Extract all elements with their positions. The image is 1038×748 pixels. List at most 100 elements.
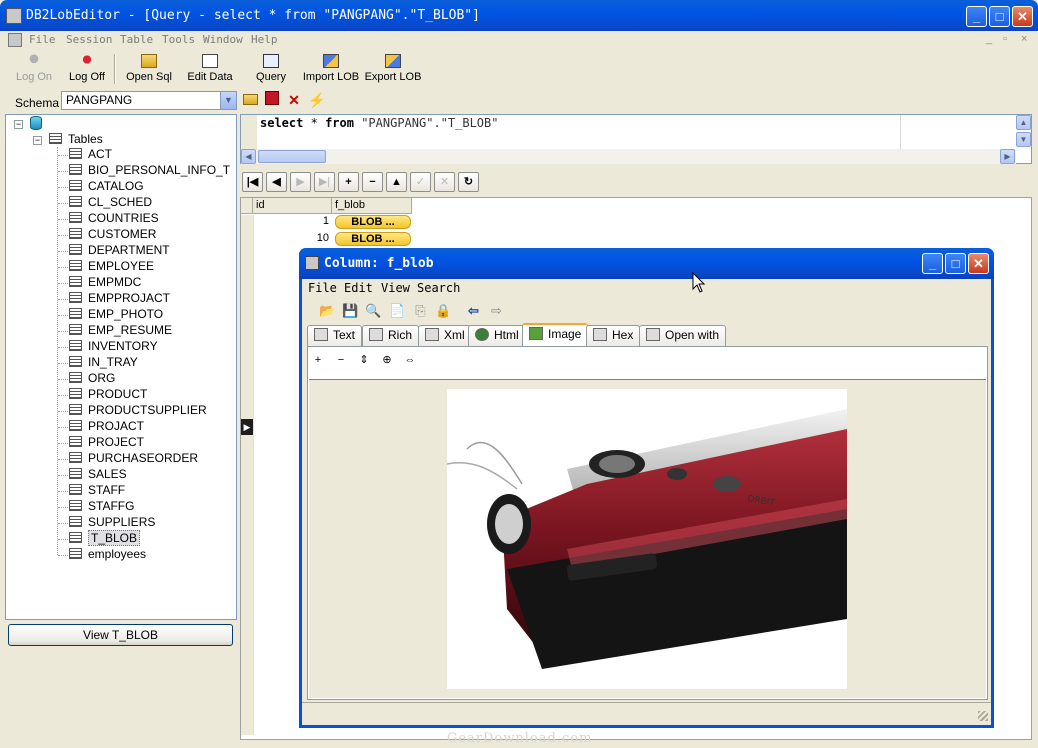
tree-node-table[interactable]: EMP_RESUME [69, 323, 172, 339]
zoom-fit-height-icon[interactable]: ⇕ [355, 351, 373, 369]
zoom-actual-icon[interactable]: ⊕ [378, 351, 396, 369]
copy-icon[interactable]: ⎘ [411, 302, 430, 320]
nav-last-button[interactable]: ▶| [314, 172, 335, 192]
menu-help[interactable]: Help [251, 33, 278, 46]
tree-node-table[interactable]: PRODUCTSUPPLIER [69, 403, 207, 419]
nav-insert-button[interactable]: + [338, 172, 359, 192]
column-menu-file[interactable]: File [308, 281, 337, 295]
nav-delete-button[interactable]: − [362, 172, 383, 192]
tree-node-table[interactable]: ORG [69, 371, 115, 387]
view-table-button[interactable]: View T_BLOB [8, 624, 233, 646]
document-icon[interactable]: 📄 [388, 302, 407, 320]
tree-collapse-tables[interactable]: − [33, 136, 42, 145]
menu-tools[interactable]: Tools [162, 33, 195, 46]
tree-node-table[interactable]: EMP_PHOTO [69, 307, 163, 323]
edit-data-button[interactable]: Edit Data [176, 52, 244, 86]
blob-button[interactable]: BLOB ... [335, 215, 411, 229]
menu-table[interactable]: Table [120, 33, 153, 46]
minimize-button[interactable]: _ [966, 6, 987, 27]
maximize-button[interactable]: □ [989, 6, 1010, 27]
export-lob-button[interactable]: Export LOB [359, 52, 427, 86]
tree-node-table[interactable]: employees [69, 547, 146, 563]
column-window-close-button[interactable]: ✕ [968, 253, 989, 274]
tree-node-table[interactable]: SUPPLIERS [69, 515, 155, 531]
tree-node-table[interactable]: BIO_PERSONAL_INFO_T [69, 163, 230, 179]
column-window-minimize-button[interactable]: _ [922, 253, 943, 274]
tree-node-table[interactable]: PURCHASEORDER [69, 451, 198, 467]
tree-node-table[interactable]: EMPMDC [69, 275, 141, 291]
nav-edit-button[interactable]: ▲ [386, 172, 407, 192]
db-root-node[interactable] [30, 116, 42, 132]
tab-open-with[interactable]: Open with [639, 325, 727, 346]
tree-node-table[interactable]: DEPARTMENT [69, 243, 170, 259]
tree-node-table[interactable]: STAFF [69, 483, 125, 499]
mdi-close-button[interactable]: × [1021, 33, 1027, 45]
tree-node-table[interactable]: T_BLOB [69, 530, 141, 547]
tree-node-table[interactable]: ACT [69, 147, 112, 163]
tab-hex[interactable]: Hex [586, 325, 641, 346]
scroll-right-button[interactable]: ▶ [1000, 149, 1015, 164]
mdi-minimize-button[interactable]: _ [986, 33, 992, 45]
tree-node-table[interactable]: IN_TRAY [69, 355, 138, 371]
tab-text[interactable]: Text [307, 325, 363, 346]
save-icon[interactable]: 💾 [341, 302, 360, 320]
tree-node-tables[interactable]: Tables [49, 132, 103, 148]
nav-next-button[interactable]: ▶ [290, 172, 311, 192]
close-button[interactable]: ✕ [1012, 6, 1033, 27]
tree-node-table[interactable]: INVENTORY [69, 339, 158, 355]
tree-collapse-root[interactable]: − [14, 120, 23, 129]
zoom-in-icon[interactable]: + [309, 351, 327, 369]
mdi-restore-button[interactable]: ▫ [1003, 33, 1007, 45]
open-folder-icon[interactable] [240, 91, 260, 109]
menu-session[interactable]: Session [66, 33, 112, 46]
sql-text[interactable]: select * from "PANGPANG"."T_BLOB" [260, 116, 498, 130]
import-lob-button[interactable]: Import LOB [297, 52, 365, 86]
column-menu-view[interactable]: View [381, 281, 410, 295]
app-icon[interactable] [6, 8, 22, 24]
forward-arrow-icon[interactable]: ⇨ [487, 302, 506, 320]
column-header-id[interactable]: id [253, 198, 332, 214]
table-row-2-id[interactable]: 10 [253, 232, 331, 248]
open-icon[interactable]: 📂 [318, 302, 337, 320]
nav-post-button[interactable]: ✓ [410, 172, 431, 192]
column-window-maximize-button[interactable]: □ [945, 253, 966, 274]
column-window-icon[interactable] [305, 256, 319, 270]
tab-html[interactable]: Html [468, 325, 526, 346]
tree-node-table[interactable]: EMPPROJACT [69, 291, 170, 307]
scroll-down-button[interactable]: ▼ [1016, 132, 1031, 147]
resize-grip[interactable] [978, 711, 988, 721]
zoom-out-icon[interactable]: − [332, 351, 350, 369]
column-header-f-blob[interactable]: f_blob [332, 198, 412, 214]
table-tree[interactable]: − − Tables ACT BIO_PERSONAL_INFO_T CATALOG CL_… [5, 114, 237, 620]
query-button[interactable]: Query [237, 52, 305, 86]
tab-xml[interactable]: Xml [418, 325, 472, 346]
scroll-left-button[interactable]: ◀ [241, 149, 256, 164]
schema-select[interactable]: PANGPANG ▼ [61, 91, 237, 110]
column-menu-edit[interactable]: Edit [344, 281, 373, 295]
nav-cancel-button[interactable]: ✕ [434, 172, 455, 192]
table-row-1-id[interactable]: 1 [253, 215, 331, 231]
tree-node-table[interactable]: PROJECT [69, 435, 144, 451]
scroll-thumb[interactable] [258, 150, 326, 163]
menu-file[interactable]: File [29, 33, 56, 46]
open-sql-button[interactable]: Open Sql [115, 52, 183, 86]
nav-first-button[interactable]: |◀ [242, 172, 263, 192]
search-icon[interactable]: 🔍 [364, 302, 383, 320]
scroll-up-button[interactable]: ▲ [1016, 115, 1031, 130]
sql-hscrollbar[interactable]: ◀ ▶ [241, 149, 1016, 164]
tree-node-table[interactable]: EMPLOYEE [69, 259, 154, 275]
blob-button[interactable]: BLOB ... [335, 232, 411, 246]
zoom-fit-width-icon[interactable]: ⇔ [401, 351, 419, 369]
nav-prior-button[interactable]: ◀ [266, 172, 287, 192]
delete-icon[interactable]: ✕ [284, 91, 304, 109]
back-arrow-icon[interactable]: ⇦ [464, 302, 483, 320]
tab-image[interactable]: Image [522, 323, 589, 346]
nav-refresh-button[interactable]: ↻ [458, 172, 479, 192]
lock-icon[interactable]: 🔒 [434, 302, 453, 320]
tree-node-table[interactable]: STAFFG [69, 499, 134, 515]
tree-node-table[interactable]: PROJACT [69, 419, 144, 435]
tree-node-table[interactable]: COUNTRIES [69, 211, 159, 227]
save-icon[interactable] [262, 91, 282, 109]
execute-icon[interactable]: ⚡ [307, 91, 327, 109]
tree-node-table[interactable]: CUSTOMER [69, 227, 156, 243]
